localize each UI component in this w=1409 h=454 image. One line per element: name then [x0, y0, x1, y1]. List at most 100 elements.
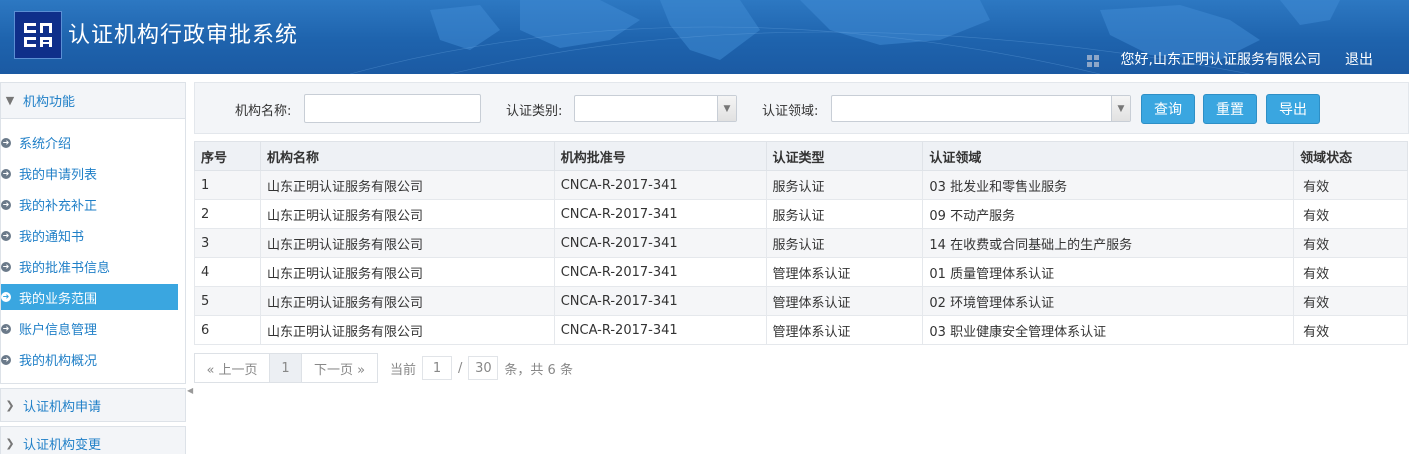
table-cell: 管理体系认证 — [765, 315, 924, 345]
user-bar: 您好,山东正明认证服务有限公司 退出 — [1086, 49, 1373, 69]
search-toolbar: 机构名称: 认证类别: ▼ 认证领域: ▼ 查询 重置 导出 — [194, 82, 1409, 134]
app-title: 认证机构行政审批系统 — [68, 23, 299, 48]
arrow-circle-icon: ➜ — [1, 292, 11, 302]
table-cell: 服务认证 — [765, 199, 924, 229]
arrow-circle-icon: ➜ — [1, 199, 11, 210]
sidebar-item-approvals[interactable]: ➜ 我的批准书信息 — [1, 251, 185, 282]
table-row[interactable]: 4 山东正明认证服务有限公司 CNCA-R-2017-341 管理体系认证 01… — [194, 257, 1408, 287]
total-count: 条，共 6 条 — [504, 362, 573, 378]
cnca-logo-icon — [14, 11, 62, 59]
sidebar-item-applications[interactable]: ➜ 我的申请列表 — [1, 158, 185, 189]
table-cell: 山东正明认证服务有限公司 — [259, 286, 555, 316]
chevron-right-icon: ❯ — [5, 436, 15, 450]
sidebar-section-title: 认证机构申请 — [23, 399, 102, 415]
column-header[interactable]: 机构名称 — [259, 141, 555, 171]
table-cell: 有效 — [1293, 315, 1408, 345]
export-button[interactable]: 导出 — [1266, 94, 1320, 124]
table-cell: 服务认证 — [765, 170, 924, 200]
column-header[interactable]: 认证领域 — [922, 141, 1295, 171]
table-cell: CNCA-R-2017-341 — [553, 257, 767, 287]
sidebar-section-org-application[interactable]: ❯ 认证机构申请 — [0, 388, 186, 422]
table-cell: 山东正明认证服务有限公司 — [259, 228, 555, 258]
reset-button[interactable]: 重置 — [1203, 94, 1257, 124]
table-cell: 山东正明认证服务有限公司 — [259, 257, 555, 287]
table-cell: 02 环境管理体系认证 — [922, 286, 1295, 316]
column-header[interactable]: 序号 — [194, 141, 261, 171]
table-cell: CNCA-R-2017-341 — [553, 199, 767, 229]
table-cell: 服务认证 — [765, 228, 924, 258]
sidebar-collapse-icon[interactable]: ◀ — [187, 386, 193, 396]
table-header-row: 序号 机构名称 机构批准号 认证类型 认证领域 领域状态 — [194, 141, 1408, 171]
table-cell: 有效 — [1293, 170, 1408, 200]
table-cell: 4 — [194, 257, 261, 287]
table-cell: 山东正明认证服务有限公司 — [259, 170, 555, 200]
prev-page-button[interactable]: « 上一页 — [194, 353, 270, 383]
arrow-circle-icon: ➜ — [1, 261, 11, 272]
logout-link[interactable]: 退出 — [1345, 49, 1373, 69]
page-info: 当前 1 / 30 条，共 6 条 — [390, 356, 573, 380]
next-page-button[interactable]: 下一页 » — [302, 353, 378, 383]
chevron-down-icon: ▼ — [5, 94, 15, 107]
arrow-circle-icon: ➜ — [1, 354, 11, 365]
app-header: 认证机构行政审批系统 您好,山东正明认证服务有限公司 退出 — [0, 0, 1409, 74]
dropdown-arrow-icon: ▼ — [717, 96, 736, 121]
cert-field-label: 认证领域: — [762, 104, 819, 119]
arrow-circle-icon: ➜ — [1, 137, 11, 148]
pagination: « 上一页 1 下一页 » 当前 1 / 30 条，共 6 条 — [194, 353, 573, 383]
table-cell: 有效 — [1293, 228, 1408, 258]
current-label: 当前 — [390, 362, 417, 378]
table-cell: CNCA-R-2017-341 — [553, 315, 767, 345]
table-row[interactable]: 6 山东正明认证服务有限公司 CNCA-R-2017-341 管理体系认证 03… — [194, 315, 1408, 345]
column-header[interactable]: 认证类型 — [765, 141, 924, 171]
sidebar-item-label: 我的批准书信息 — [19, 261, 111, 276]
column-header[interactable]: 领域状态 — [1293, 141, 1408, 171]
table-row[interactable]: 2 山东正明认证服务有限公司 CNCA-R-2017-341 服务认证 09 不… — [194, 199, 1408, 229]
table-row[interactable]: 1 山东正明认证服务有限公司 CNCA-R-2017-341 服务认证 03 批… — [194, 170, 1408, 200]
cert-type-select[interactable]: ▼ — [574, 95, 737, 122]
arrow-circle-icon: ➜ — [1, 230, 11, 241]
sidebar-item-account[interactable]: ➜ 账户信息管理 — [1, 313, 185, 344]
sidebar-item-org-overview[interactable]: ➜ 我的机构概况 — [1, 344, 185, 375]
table-cell: 3 — [194, 228, 261, 258]
sidebar-item-label: 我的补充补正 — [19, 199, 98, 214]
sidebar: ▼ 机构功能 ➜ 系统介绍 ➜ 我的申请列表 ➜ 我的补充补正 ➜ 我的通知书 … — [0, 82, 186, 454]
query-button[interactable]: 查询 — [1141, 94, 1195, 124]
table-row[interactable]: 3 山东正明认证服务有限公司 CNCA-R-2017-341 服务认证 14 在… — [194, 228, 1408, 258]
table-cell: 山东正明认证服务有限公司 — [259, 315, 555, 345]
table-cell: CNCA-R-2017-341 — [553, 228, 767, 258]
sidebar-section-org-change[interactable]: ❯ 认证机构变更 — [0, 426, 186, 454]
sidebar-item-label: 我的申请列表 — [19, 168, 98, 183]
table-cell: 有效 — [1293, 257, 1408, 287]
table-cell: 6 — [194, 315, 261, 345]
sidebar-item-label: 我的机构概况 — [19, 354, 98, 369]
arrow-circle-icon: ➜ — [1, 168, 11, 179]
page-number-button[interactable]: 1 — [270, 353, 302, 383]
dropdown-arrow-icon: ▼ — [1111, 96, 1130, 121]
table-cell: CNCA-R-2017-341 — [553, 170, 767, 200]
column-header[interactable]: 机构批准号 — [553, 141, 767, 171]
table-cell: 03 职业健康安全管理体系认证 — [922, 315, 1295, 345]
sidebar-item-notices[interactable]: ➜ 我的通知书 — [1, 220, 185, 251]
sidebar-section-title: 认证机构变更 — [23, 437, 102, 453]
table-row[interactable]: 5 山东正明认证服务有限公司 CNCA-R-2017-341 管理体系认证 02… — [194, 286, 1408, 316]
cert-field-select[interactable]: ▼ — [831, 95, 1131, 122]
arrow-circle-icon: ➜ — [1, 323, 11, 334]
page-number-input[interactable]: 1 — [422, 356, 453, 380]
table-cell: 01 质量管理体系认证 — [922, 257, 1295, 287]
grid-icon[interactable] — [1086, 55, 1099, 67]
chevron-right-icon: ❯ — [5, 398, 15, 412]
table-cell: 14 在收费或合同基础上的生产服务 — [922, 228, 1295, 258]
org-name-label: 机构名称: — [235, 104, 292, 119]
sidebar-section-title: 机构功能 — [23, 95, 76, 110]
sidebar-item-business-scope[interactable]: ➜ 我的业务范围 — [1, 284, 178, 310]
sidebar-section-header[interactable]: ▼ 机构功能 — [1, 83, 185, 119]
sidebar-item-label: 我的业务范围 — [19, 291, 98, 307]
sidebar-item-intro[interactable]: ➜ 系统介绍 — [1, 127, 185, 158]
page-size-input[interactable]: 30 — [468, 356, 499, 380]
table-cell: 09 不动产服务 — [922, 199, 1295, 229]
org-name-input[interactable] — [304, 94, 481, 123]
sidebar-item-label: 系统介绍 — [19, 137, 72, 152]
business-scope-table: 序号 机构名称 机构批准号 认证类型 认证领域 领域状态 1 山东正明认证服务有… — [194, 141, 1408, 345]
sidebar-item-label: 我的通知书 — [19, 230, 85, 245]
sidebar-item-supplements[interactable]: ➜ 我的补充补正 — [1, 189, 185, 220]
